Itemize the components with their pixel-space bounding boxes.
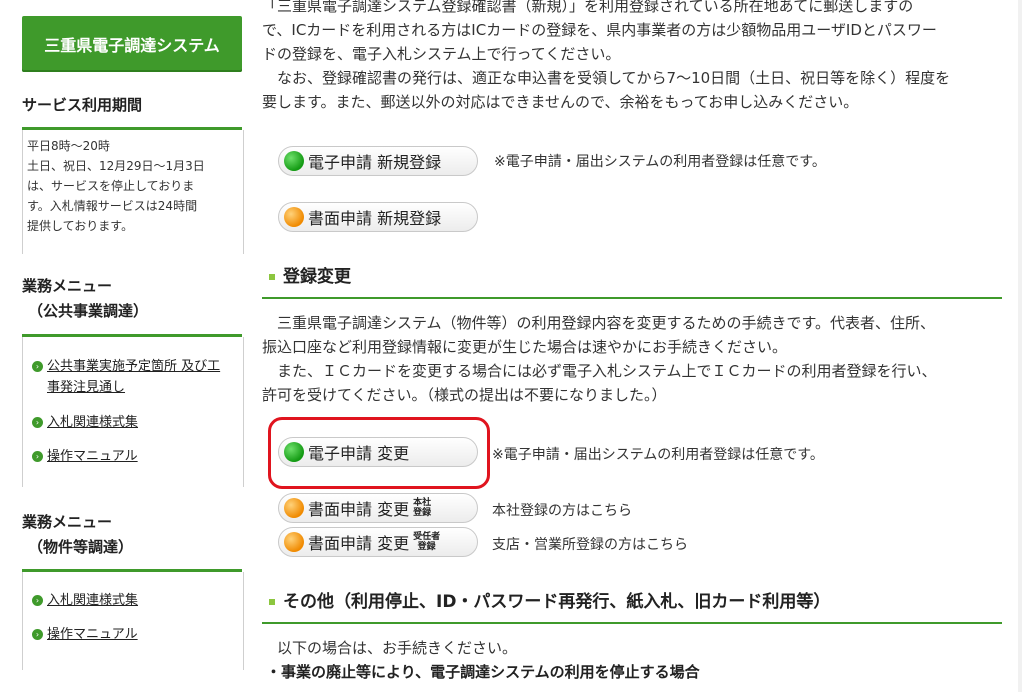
new-registration-note: ※電子申請・届出システムの利用者登録は任意です。 bbox=[494, 154, 826, 170]
sidebar-link-public-schedule[interactable]: › 公共事業実施予定箇所 及び工 事発注見通し bbox=[32, 356, 238, 398]
paper-new-registration-button[interactable]: 書面申請 新規登録 bbox=[278, 202, 478, 232]
orange-circle-icon bbox=[284, 532, 304, 552]
paper-change-hq-button[interactable]: 書面申請 変更 本社 登録 bbox=[278, 493, 478, 523]
sidebar-link-goods-forms[interactable]: › 入札関連様式集 bbox=[32, 590, 238, 611]
branch-registration-tag: 受任者 登録 bbox=[413, 532, 441, 552]
hq-registration-tag: 本社 登録 bbox=[413, 498, 432, 518]
intro-paragraph: 「三重県電子調達システム登録確認書（新規）」を利用登録されている所在地あてに郵送… bbox=[262, 0, 951, 111]
menu-goods-box bbox=[22, 572, 244, 670]
square-bullet-icon bbox=[269, 599, 275, 605]
electronic-change-button[interactable]: 電子申請 変更 bbox=[278, 437, 478, 467]
square-bullet-icon bbox=[269, 274, 275, 280]
other-section-bullet: ・事業の廃止等により、電子調達システムの利用を停止する場合 bbox=[266, 663, 700, 681]
green-circle-icon bbox=[284, 442, 304, 462]
change-section-divider bbox=[262, 297, 1002, 299]
orange-circle-icon bbox=[284, 498, 304, 518]
arrow-right-icon: › bbox=[32, 629, 43, 640]
sidebar-link-public-manual[interactable]: › 操作マニュアル bbox=[32, 446, 238, 467]
sidebar-link-public-forms[interactable]: › 入札関連様式集 bbox=[32, 412, 238, 433]
change-section-body: 三重県電子調達システム（物件等）の利用登録内容を変更するための手続きです。代表者… bbox=[262, 314, 937, 404]
other-section-divider bbox=[262, 622, 1002, 624]
orange-circle-icon bbox=[284, 207, 304, 227]
system-brand-button[interactable]: 三重県電子調達システム bbox=[22, 16, 242, 72]
arrow-right-icon: › bbox=[32, 451, 43, 462]
paper-change-branch-button[interactable]: 書面申請 変更 受任者 登録 bbox=[278, 527, 478, 557]
menu-public-heading: 業務メニュー （公共事業調達） bbox=[22, 277, 149, 320]
arrow-right-icon: › bbox=[32, 417, 43, 428]
menu-goods-heading: 業務メニュー （物件等調達） bbox=[22, 513, 134, 556]
other-section-body: 以下の場合は、お手続きください。 bbox=[262, 639, 518, 657]
sidebar-link-goods-manual[interactable]: › 操作マニュアル bbox=[32, 624, 238, 645]
other-section-title: その他（利用停止、ID・パスワード再発行、紙入札、旧カード利用等） bbox=[268, 589, 1002, 615]
service-period-heading: サービス利用期間 bbox=[22, 96, 143, 114]
scrollbar-track[interactable] bbox=[1018, 0, 1022, 692]
service-hours-text: 平日8時～20時 土日、祝日、12月29日～1月3日 は、サービスを停止しており… bbox=[27, 139, 205, 233]
green-circle-icon bbox=[284, 151, 304, 171]
electronic-new-registration-button[interactable]: 電子申請 新規登録 bbox=[278, 146, 478, 176]
branch-registration-note: 支店・営業所登録の方はこちら bbox=[492, 537, 688, 553]
sidebar: 三重県電子調達システム サービス利用期間 平日8時～20時 土日、祝日、12月2… bbox=[0, 0, 262, 692]
change-electronic-note: ※電子申請・届出システムの利用者登録は任意です。 bbox=[492, 447, 824, 463]
arrow-right-icon: › bbox=[32, 361, 43, 372]
change-section-title: 登録変更 bbox=[268, 264, 1002, 290]
arrow-right-icon: › bbox=[32, 595, 43, 606]
hq-registration-note: 本社登録の方はこちら bbox=[492, 503, 632, 519]
